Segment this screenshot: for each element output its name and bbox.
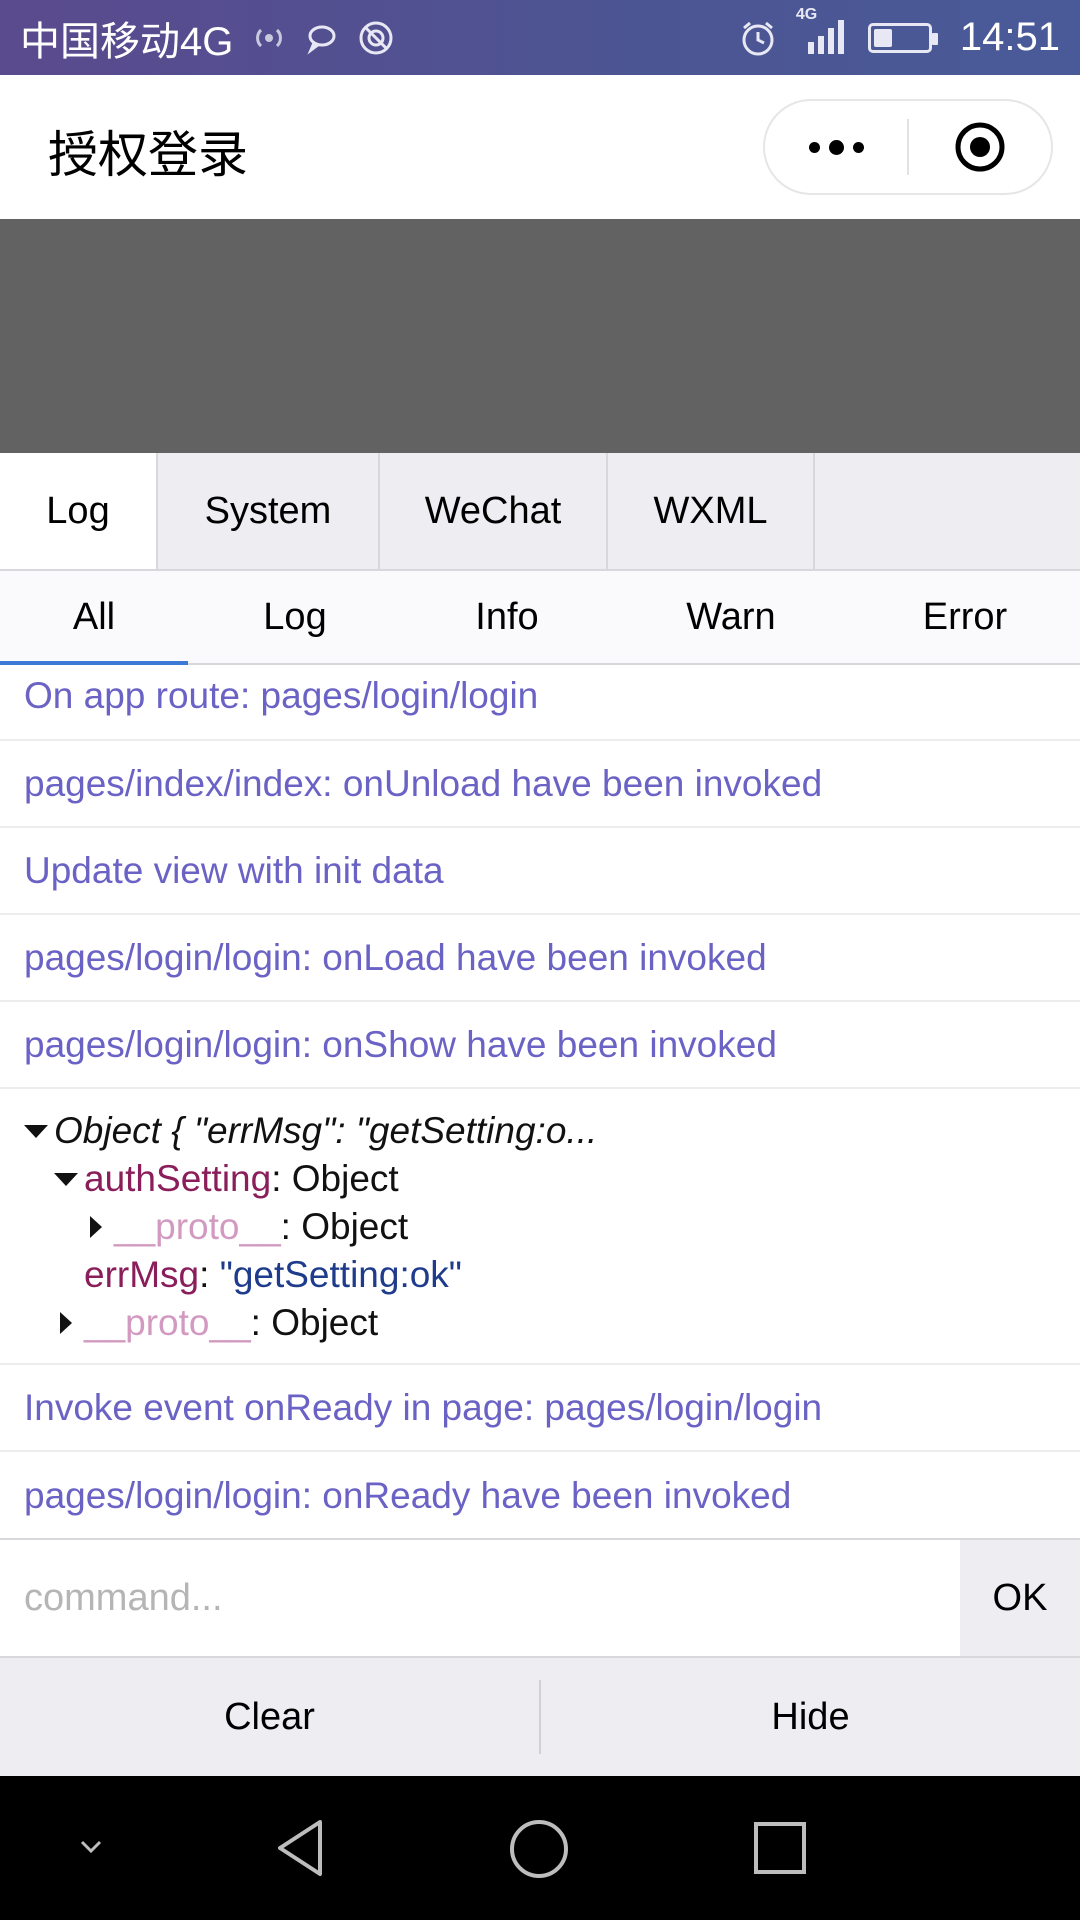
record-icon[interactable] xyxy=(909,120,1051,174)
console-footer: Clear Hide xyxy=(0,1658,1080,1776)
tab-wxml[interactable]: WXML xyxy=(608,453,815,569)
alarm-icon xyxy=(738,18,778,58)
expand-triangle-icon[interactable] xyxy=(90,1216,102,1238)
capsule-menu xyxy=(763,99,1053,195)
page-title: 授权登录 xyxy=(48,127,248,183)
filter-info[interactable]: Info xyxy=(402,571,612,663)
app-icon xyxy=(357,19,395,57)
ok-button[interactable]: OK xyxy=(960,1540,1080,1656)
collapse-triangle-icon[interactable] xyxy=(24,1124,48,1138)
recents-icon[interactable] xyxy=(752,1820,808,1881)
auth-proto-row[interactable]: __proto__ : Object xyxy=(24,1203,1056,1251)
log-item: On app route: pages/login/login xyxy=(0,665,1080,741)
object-summary-row[interactable]: Object { "errMsg": "getSetting:o... xyxy=(24,1107,1056,1155)
errmsg-key: errMsg xyxy=(84,1254,200,1295)
more-dot xyxy=(808,141,820,153)
proto-value: : Object xyxy=(250,1302,379,1343)
errmsg-value: "getSetting:ok" xyxy=(219,1254,462,1295)
message-icon xyxy=(305,21,339,55)
status-bar: 中国移动4G 4G 14:51 xyxy=(0,0,1080,75)
log-item: pages/login/login: onShow have been invo… xyxy=(0,1002,1080,1089)
log-item: pages/login/login: onReady have been inv… xyxy=(24,1474,792,1516)
carrier-label: 中国移动4G xyxy=(20,19,234,64)
tab-wechat[interactable]: WeChat xyxy=(380,453,608,569)
collapse-icon[interactable] xyxy=(76,1832,106,1867)
back-icon[interactable] xyxy=(272,1816,328,1885)
proto-key: __proto__ xyxy=(114,1206,281,1247)
log-filter-tabs: All Log Info Warn Error xyxy=(0,571,1080,665)
command-bar: OK xyxy=(0,1538,1080,1658)
status-left: 中国移动4G xyxy=(20,9,738,67)
network-badge: 4G xyxy=(795,5,818,23)
log-item: Update view with init data xyxy=(0,828,1080,915)
object-log-item: Object { "errMsg": "getSetting:o... auth… xyxy=(0,1089,1080,1365)
log-item: pages/index/index: onUnload have been in… xyxy=(0,741,1080,828)
filter-warn[interactable]: Warn xyxy=(612,571,850,663)
title-bar: 授权登录 xyxy=(0,75,1080,219)
errmsg-colon: : xyxy=(199,1254,220,1295)
proto-key: __proto__ xyxy=(84,1302,251,1343)
clear-button[interactable]: Clear xyxy=(0,1658,539,1776)
log-item: pages/login/login: onLoad have been invo… xyxy=(0,915,1080,1002)
proto-value: : Object xyxy=(280,1206,409,1247)
filter-error[interactable]: Error xyxy=(850,571,1080,663)
object-proto-row[interactable]: __proto__ : Object xyxy=(24,1299,1056,1347)
log-item: Invoke event onReady in page: pages/logi… xyxy=(0,1365,1080,1452)
tab-log[interactable]: Log xyxy=(0,453,158,569)
filter-log[interactable]: Log xyxy=(188,571,402,663)
home-icon[interactable] xyxy=(508,1818,570,1885)
status-right: 4G 14:51 xyxy=(738,6,1060,60)
auth-setting-row[interactable]: authSetting : Object xyxy=(24,1155,1056,1203)
auth-setting-value: : Object xyxy=(271,1158,399,1199)
hide-button[interactable]: Hide xyxy=(541,1658,1080,1776)
filter-all[interactable]: All xyxy=(0,571,188,665)
battery-icon xyxy=(867,22,938,53)
signal-icon: 4G xyxy=(796,6,846,58)
collapse-triangle-icon[interactable] xyxy=(54,1172,78,1186)
page-content-overlay xyxy=(0,219,1080,453)
console-tabs: Log System WeChat WXML xyxy=(0,453,1080,571)
android-nav-bar xyxy=(0,1776,1080,1920)
hotspot-icon xyxy=(251,20,287,56)
more-icon[interactable] xyxy=(765,139,907,155)
clock: 14:51 xyxy=(959,15,1060,59)
auth-setting-key: authSetting xyxy=(84,1158,272,1199)
errmsg-row: errMsg : "getSetting:ok" xyxy=(24,1251,1056,1299)
more-dot xyxy=(852,141,864,153)
expand-triangle-icon[interactable] xyxy=(60,1312,72,1334)
tab-system[interactable]: System xyxy=(158,453,380,569)
command-input[interactable] xyxy=(0,1540,960,1656)
object-summary: Object { "errMsg": "getSetting:o... xyxy=(54,1110,598,1151)
more-dot xyxy=(828,139,844,155)
